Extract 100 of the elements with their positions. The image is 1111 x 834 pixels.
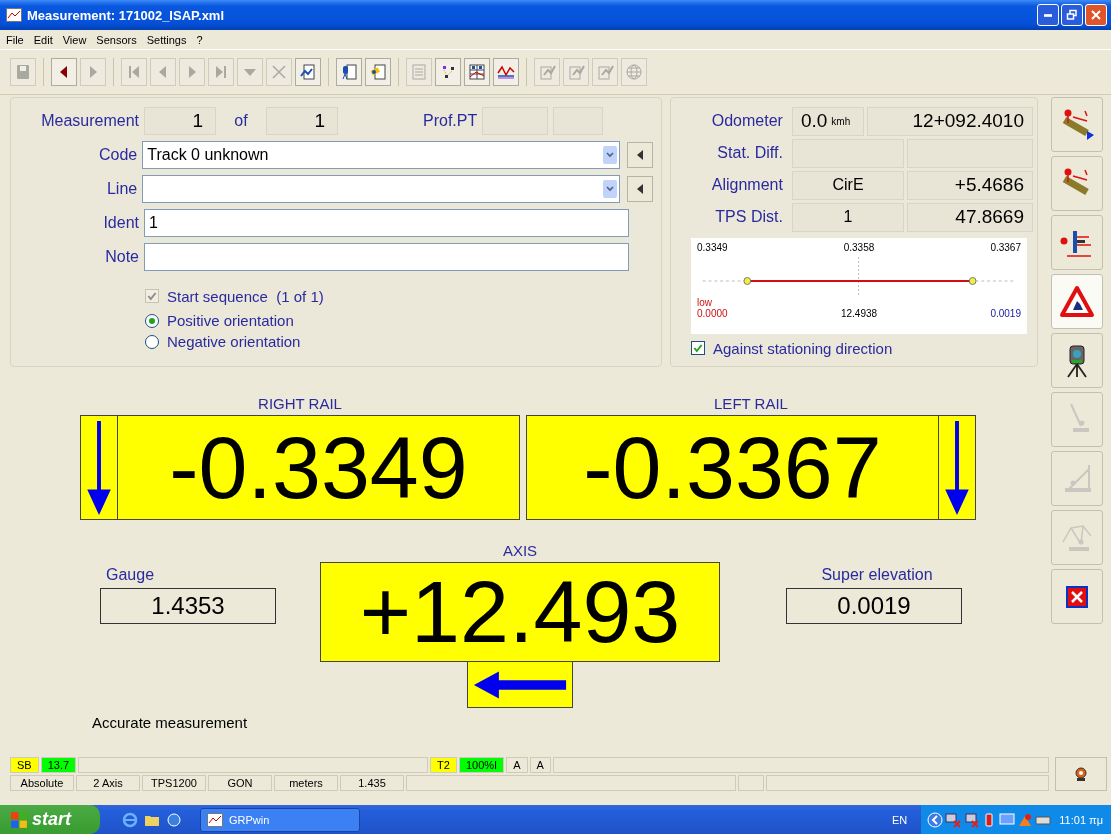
beacon-icon — [1073, 766, 1089, 782]
toolbar-button[interactable] — [336, 58, 362, 86]
status-field: TPS1200 — [142, 775, 206, 791]
list-document-icon — [410, 63, 428, 81]
menu-item[interactable]: Settings — [146, 33, 187, 46]
gauge-label: Gauge — [105, 566, 155, 584]
status-indicator: 13.7 — [40, 757, 77, 773]
checkbox[interactable] — [691, 341, 705, 355]
field-label: Note — [104, 248, 139, 266]
chart-label: 0.3349 — [697, 242, 728, 253]
of-label: of — [233, 112, 249, 130]
menu-item[interactable]: File — [6, 33, 24, 46]
status-field: Absolute — [10, 775, 74, 791]
value-field: 12+092.4010 — [866, 106, 1033, 136]
chart-label: 0.3367 — [990, 242, 1021, 253]
status-field: GON — [208, 775, 272, 791]
field-label: Odometer — [710, 112, 783, 130]
dropdown-field[interactable] — [142, 175, 621, 203]
chart-document-icon — [596, 63, 614, 81]
chart-label: 0.0019 — [990, 308, 1021, 319]
network-icon[interactable] — [963, 811, 980, 828]
status-indicator: T2 — [430, 757, 457, 773]
text-field[interactable] — [144, 243, 629, 271]
minimize-button[interactable] — [1037, 4, 1059, 26]
restore-button[interactable] — [1061, 4, 1083, 26]
status-indicator: A — [529, 757, 551, 773]
radio-label: Positive orientation — [167, 312, 294, 329]
toolbar-button[interactable] — [51, 58, 77, 86]
status-field: 2 Axis — [76, 775, 140, 791]
clock: 11:01 πμ — [1055, 805, 1111, 834]
line-chart-icon — [497, 63, 515, 81]
rail-value: -0.3349 — [168, 416, 469, 519]
paint-icon[interactable] — [1017, 811, 1034, 828]
value-field: CirE — [791, 170, 905, 200]
chevron-left-icon[interactable] — [927, 811, 944, 828]
status-panel — [738, 775, 764, 791]
instrument-document-icon — [340, 63, 358, 81]
side-tool-button[interactable] — [1051, 569, 1103, 624]
super-elevation-label: Super elevation — [820, 566, 933, 584]
rail-value: -0.3367 — [582, 416, 883, 519]
status-indicator: 100%I — [458, 757, 505, 773]
chart-document-icon — [567, 63, 585, 81]
menu-item[interactable]: Edit — [33, 33, 53, 46]
toolbar-button[interactable] — [295, 58, 321, 86]
table-icon — [468, 63, 486, 81]
toolbar-button[interactable] — [365, 58, 391, 86]
value-field: 47.8669 — [907, 202, 1033, 232]
chart-label: low — [697, 297, 713, 308]
menu-item[interactable]: ? — [196, 33, 203, 46]
field-label: Alignment — [710, 176, 783, 194]
chart-document-icon — [299, 63, 317, 81]
checkbox-label: Start sequence (1 of 1) — [167, 287, 324, 305]
toolbar-button[interactable] — [493, 58, 519, 86]
menu-item[interactable]: View — [62, 33, 87, 46]
taskbar-button[interactable]: GRPwin — [200, 807, 360, 832]
toolbar-button[interactable] — [435, 58, 461, 86]
status-button[interactable] — [1055, 757, 1107, 791]
close-button[interactable] — [1085, 4, 1107, 26]
measurement-number: 1 — [144, 107, 216, 135]
chart-label: 12.4938 — [840, 308, 878, 319]
window-title: Measurement: 171002_ISAP.xml — [27, 7, 226, 23]
windows-flag-icon — [10, 810, 28, 829]
side-tool-button[interactable] — [1051, 215, 1103, 270]
chart-document-icon — [538, 63, 556, 81]
side-tool-button[interactable] — [1051, 333, 1103, 388]
chart-label: 0.3358 — [843, 242, 875, 253]
close-icon — [1090, 9, 1102, 21]
gauge-value: 1.4353 — [100, 588, 276, 624]
rail-label: RIGHT RAIL — [258, 395, 342, 412]
text-field[interactable]: 1 — [144, 209, 629, 237]
value-field: +5.4686 — [907, 170, 1033, 200]
network-icon[interactable] — [945, 811, 962, 828]
monitor-icon[interactable] — [999, 811, 1016, 828]
cross-icon — [270, 63, 288, 81]
axis-value: +12.493 — [320, 562, 720, 662]
field-label: Prof.PT — [423, 112, 478, 130]
side-tool-button[interactable] — [1051, 274, 1103, 329]
field-label: Stat. Diff. — [716, 144, 783, 162]
field-label: Ident — [102, 214, 139, 232]
restore-icon — [1066, 9, 1078, 21]
field-label: TPS Dist. — [714, 208, 783, 226]
menu-item[interactable]: Sensors — [96, 33, 137, 46]
minimize-icon — [1044, 13, 1052, 17]
radio-button[interactable] — [145, 334, 159, 349]
arrow-button[interactable] — [627, 176, 653, 202]
dropdown-field[interactable]: Track 0 unknown — [142, 141, 621, 169]
radio-button[interactable] — [145, 313, 159, 328]
status-indicator: A — [506, 757, 528, 773]
left-triangle-icon — [635, 183, 646, 195]
toolbar-button[interactable] — [464, 58, 490, 86]
chevron-down-icon — [603, 180, 618, 198]
rail-label: LEFT RAIL — [714, 395, 788, 412]
arrow-button[interactable] — [627, 142, 653, 168]
axis-label: AXIS — [502, 542, 538, 559]
field-label: Measurement — [40, 112, 139, 130]
chart-label: 0.0000 — [697, 308, 728, 319]
language-indicator[interactable]: EN — [892, 813, 908, 826]
chart-icon — [6, 7, 22, 23]
speed-field: 0.0 kmh — [791, 106, 864, 136]
warning-sign-icon — [1059, 283, 1095, 320]
